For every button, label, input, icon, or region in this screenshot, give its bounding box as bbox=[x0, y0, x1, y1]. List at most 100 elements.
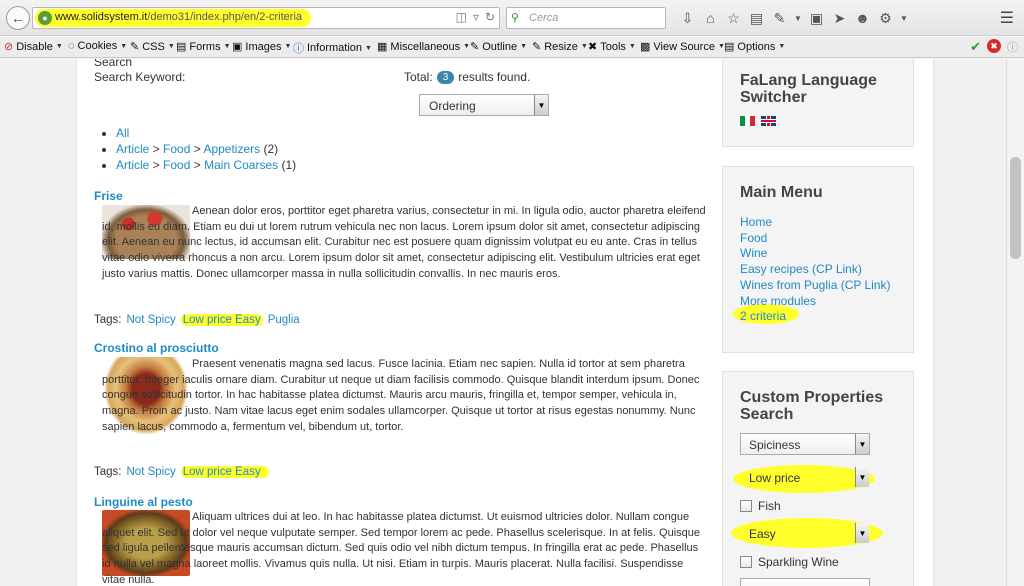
info-status-icon[interactable]: ⓘ bbox=[1007, 39, 1018, 55]
menu-item-2-criteria[interactable]: 2 criteria bbox=[740, 309, 786, 323]
web-developer-toolbar: ⊘ Disable ▼ ◌ Cookies ▼ ✎ CSS ▼ ▤ Forms ▼ ▣ Image… bbox=[0, 37, 1024, 58]
dropdown-icon[interactable]: ▼ bbox=[897, 8, 911, 28]
sparkling-wine-checkbox[interactable]: Sparkling Wine bbox=[740, 555, 839, 569]
dev-css[interactable]: ✎ CSS ▼ bbox=[130, 40, 175, 54]
item-title-crostino[interactable]: Crostino al prosciutto bbox=[94, 341, 219, 355]
tag-link[interactable]: Not Spicy bbox=[127, 466, 176, 478]
site-identity-icon[interactable]: ● bbox=[38, 11, 52, 25]
main-menu-list: Home Food Wine Easy recipes (CP Link) Wi… bbox=[740, 215, 891, 325]
dev-view-source[interactable]: ▩ View Source ▼ bbox=[640, 40, 725, 54]
dev-information[interactable]: ⓘ Information ▼ bbox=[293, 40, 372, 56]
item-text: Aenean dolor eros, porttitor eget pharet… bbox=[102, 205, 706, 280]
dev-cookies[interactable]: ◌ Cookies ▼ bbox=[68, 40, 127, 52]
menu-item-more-modules[interactable]: More modules bbox=[740, 294, 816, 308]
search-bar[interactable]: ⚲ Cerca bbox=[506, 7, 666, 29]
category-item: Article > Food > Appetizers (2) bbox=[116, 141, 296, 157]
folder-icon: ▦ bbox=[377, 41, 388, 53]
category-item: All bbox=[116, 125, 296, 141]
history-dropdown-icon[interactable]: ▿ bbox=[473, 10, 479, 24]
page-content: Search Search Keyword: Total: 3 results … bbox=[76, 59, 934, 586]
home-icon[interactable]: ⌂ bbox=[699, 8, 722, 28]
form-icon: ▤ bbox=[176, 41, 187, 53]
search-input[interactable]: Cerca bbox=[529, 12, 558, 24]
checkbox-icon[interactable] bbox=[740, 500, 752, 512]
dev-tools[interactable]: ✖ Tools ▼ bbox=[588, 40, 636, 54]
menu-item-home[interactable]: Home bbox=[740, 215, 772, 229]
chat-icon[interactable]: ☻ bbox=[851, 8, 874, 28]
results-total: Total: 3 results found. bbox=[404, 70, 531, 84]
url-host: www.solidsystem.it bbox=[55, 11, 148, 23]
reader-view-icon[interactable]: ◫ bbox=[456, 10, 467, 24]
tag-link[interactable]: Low price bbox=[183, 314, 232, 326]
checkbox-icon[interactable] bbox=[740, 556, 752, 568]
menu-item-food[interactable]: Food bbox=[740, 231, 767, 245]
url-path: /demo31/index.php/en/2-criteria bbox=[147, 11, 303, 23]
menu-item-easy-recipes[interactable]: Easy recipes (CP Link) bbox=[740, 262, 862, 276]
dev-disable[interactable]: ⊘ Disable ▼ bbox=[4, 40, 63, 54]
download-icon[interactable]: ⇩ bbox=[676, 8, 699, 28]
search-keyword-label: Search Keyword: bbox=[94, 70, 186, 84]
tools-icon: ✖ bbox=[588, 41, 598, 53]
item-text: Aliquam ultrices dui at leo. In hac habi… bbox=[102, 511, 701, 586]
spiciness-select[interactable]: Spiciness ▼ bbox=[740, 433, 870, 455]
dev-forms[interactable]: ▤ Forms ▼ bbox=[176, 40, 231, 54]
dropdown-icon[interactable]: ▼ bbox=[791, 8, 805, 28]
url-bar[interactable]: ● www.solidsystem.it/demo31/index.php/en… bbox=[32, 7, 500, 29]
difficulty-select[interactable]: Easy ▼ bbox=[740, 522, 870, 544]
dropdown-arrow-icon: ▼ bbox=[855, 523, 869, 543]
tag-link[interactable]: Low price bbox=[183, 466, 232, 478]
dev-images[interactable]: ▣ Images ▼ bbox=[232, 40, 291, 54]
back-button[interactable]: ← bbox=[6, 6, 30, 30]
tag-link[interactable]: Easy bbox=[235, 314, 261, 326]
cookie-icon: ◌ bbox=[68, 40, 75, 52]
tag-link[interactable]: Puglia bbox=[268, 314, 300, 326]
search-heading: Search bbox=[94, 59, 133, 69]
send-icon[interactable]: ➤ bbox=[828, 8, 851, 28]
price-select[interactable]: Low price ▼ bbox=[740, 466, 870, 488]
search-engine-icon[interactable]: ⚲ bbox=[511, 11, 519, 24]
menu-item-wines-puglia[interactable]: Wines from Puglia (CP Link) bbox=[740, 278, 891, 292]
custom-properties-title: Custom Properties Search bbox=[740, 389, 884, 423]
item-title-linguine[interactable]: Linguine al pesto bbox=[94, 495, 193, 509]
tag-link[interactable]: Not Spicy bbox=[127, 314, 176, 326]
page-viewport: Search Search Keyword: Total: 3 results … bbox=[0, 59, 1006, 586]
vertical-scrollbar[interactable] bbox=[1006, 59, 1024, 586]
source-icon: ▩ bbox=[640, 41, 651, 53]
scroll-thumb[interactable] bbox=[1010, 157, 1021, 259]
results-count-badge: 3 bbox=[436, 70, 455, 84]
item-text: Praesent venenatis magna sed lacus. Fusc… bbox=[102, 358, 700, 433]
item-tags: Tags: Not Spicy Low price Easy bbox=[94, 466, 269, 478]
item-tags: Tags: Not Spicy Low price Easy Puglia bbox=[94, 314, 300, 326]
additional-select[interactable] bbox=[740, 578, 870, 586]
menu-item-wine[interactable]: Wine bbox=[740, 246, 767, 260]
tag-link[interactable]: Easy bbox=[235, 466, 261, 478]
eyedropper-icon[interactable]: ✎ bbox=[768, 8, 791, 28]
dev-miscellaneous[interactable]: ▦ Miscellaneous ▼ bbox=[377, 40, 470, 54]
italian-flag-icon[interactable] bbox=[740, 116, 755, 126]
bookmarks-list-icon[interactable]: ▤ bbox=[745, 8, 768, 28]
checkmark-icon[interactable]: ✔ bbox=[970, 39, 981, 55]
custom-properties-panel: Custom Properties Search Spiciness ▼ Low… bbox=[722, 371, 914, 586]
dev-resize[interactable]: ✎ Resize ▼ bbox=[532, 40, 588, 54]
image-icon: ▣ bbox=[232, 41, 243, 53]
back-arrow-icon: ← bbox=[11, 10, 25, 26]
item-title-frise[interactable]: Frise bbox=[94, 189, 123, 203]
bookmark-star-icon[interactable]: ☆ bbox=[722, 8, 745, 28]
error-icon[interactable]: ✖ bbox=[987, 39, 1001, 53]
ordering-select[interactable]: Ordering ▼ bbox=[419, 94, 549, 116]
category-link-all[interactable]: All bbox=[116, 126, 129, 140]
english-flag-icon[interactable] bbox=[761, 116, 776, 126]
highlighted-tags: Low price Easy bbox=[180, 314, 263, 326]
dev-outline[interactable]: ✎ Outline ▼ bbox=[470, 40, 527, 54]
outline-pen-icon: ✎ bbox=[470, 41, 480, 53]
hamburger-menu-icon[interactable]: ☰ bbox=[1000, 8, 1014, 28]
addon-icon[interactable]: ⚙ bbox=[874, 8, 897, 28]
fish-checkbox[interactable]: Fish bbox=[740, 499, 781, 513]
dropdown-arrow-icon: ▼ bbox=[855, 467, 869, 487]
reload-icon[interactable]: ↻ bbox=[485, 10, 495, 24]
dropdown-arrow-icon: ▼ bbox=[534, 95, 548, 115]
screenshot-icon[interactable]: ▣ bbox=[805, 8, 828, 28]
options-icon: ▤ bbox=[724, 41, 735, 53]
category-filter-list: All Article > Food > Appetizers (2) Arti… bbox=[102, 125, 296, 173]
dev-options[interactable]: ▤ Options ▼ bbox=[724, 40, 785, 54]
